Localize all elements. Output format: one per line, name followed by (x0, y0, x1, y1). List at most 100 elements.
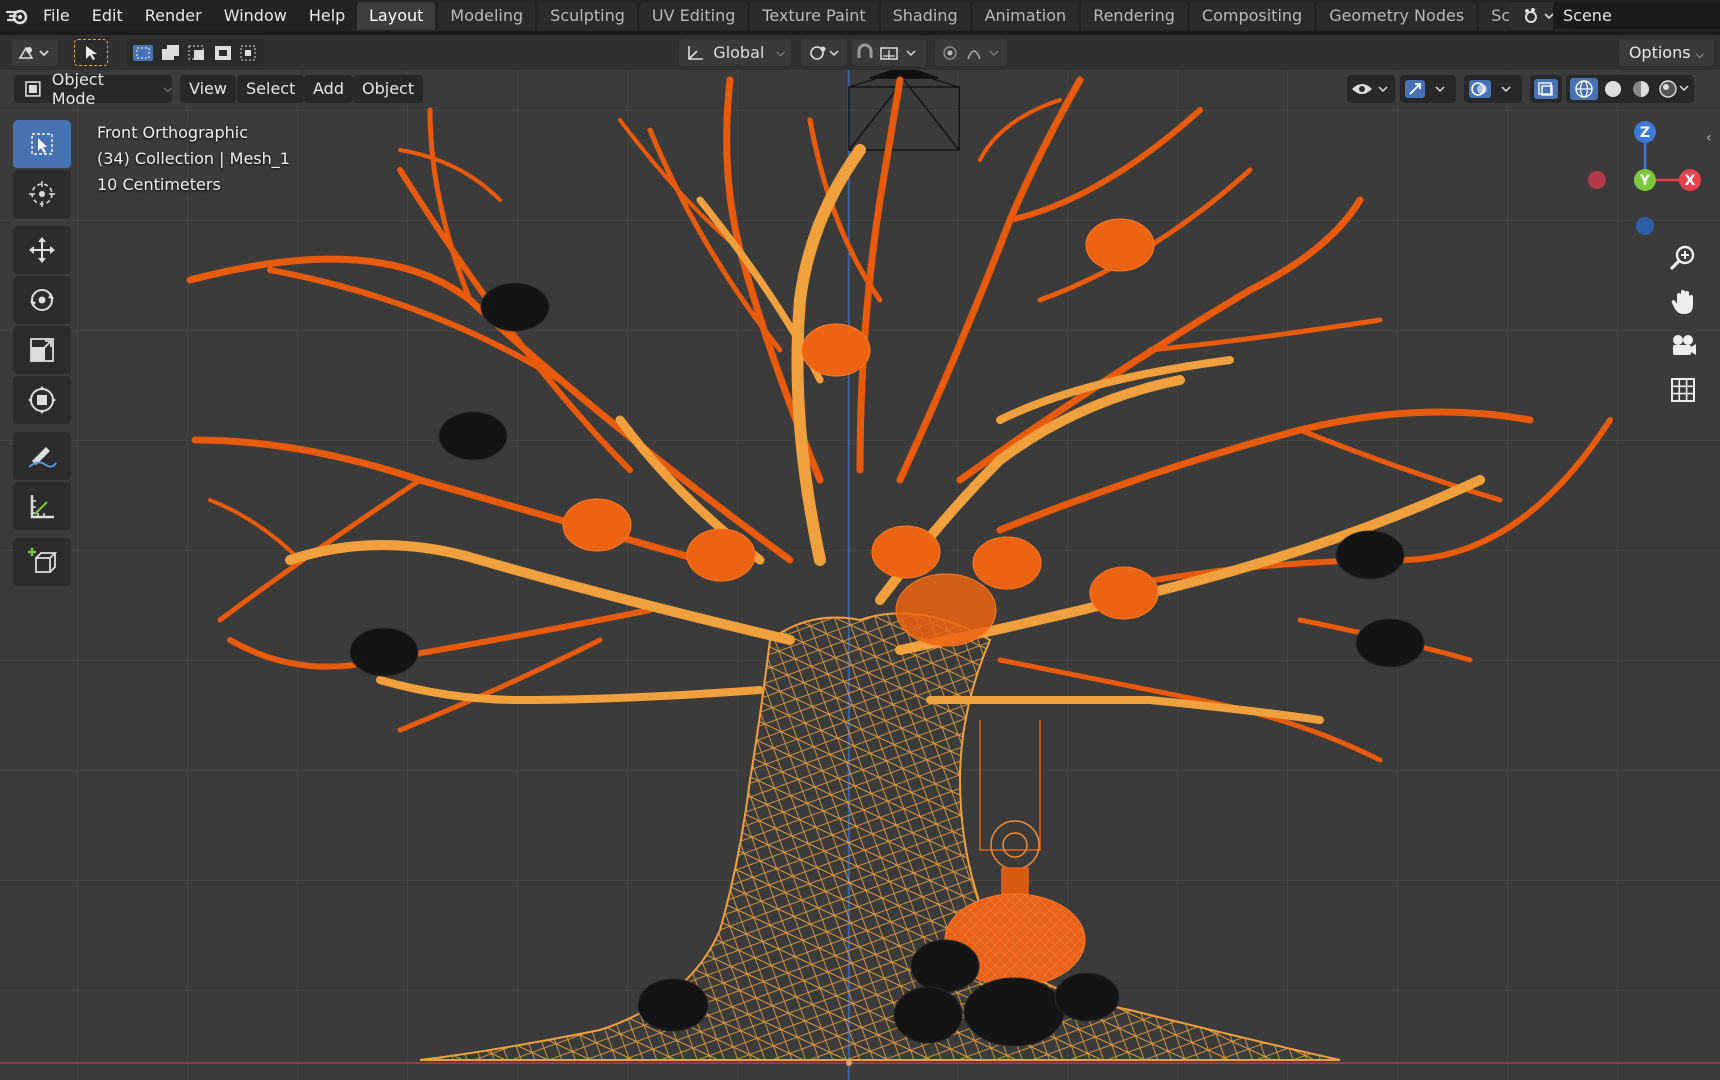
select-tool-button[interactable] (74, 39, 108, 66)
select-box-icon (31, 133, 53, 155)
material-preview-icon[interactable] (1633, 81, 1649, 97)
rotate-tool[interactable] (13, 276, 71, 324)
rotate-icon (30, 289, 54, 311)
options-dropdown[interactable]: Options ⌵ (1618, 39, 1714, 66)
viewport-header: Object Mode ⌵ View Select Add Object (0, 70, 1720, 108)
top-menu-bar: File Edit Render Window Help Layout Mode… (0, 0, 1720, 31)
pivot-icon (810, 45, 839, 60)
transform-tool[interactable] (13, 376, 71, 424)
visibility-dropdown[interactable] (1347, 75, 1395, 103)
annotate-icon (28, 447, 57, 468)
scale-tool[interactable] (13, 326, 71, 374)
gizmo-neg-z-axis[interactable] (1636, 217, 1654, 235)
tab-modeling[interactable]: Modeling (438, 1, 536, 30)
xray-toggle[interactable] (1530, 75, 1562, 103)
transform-orientation-dropdown[interactable]: Global ⌵ (679, 39, 791, 66)
collection-info: (34) Collection | Mesh_1 (97, 149, 290, 168)
left-toolbar (13, 120, 71, 594)
gizmo-toggle-dropdown[interactable] (1400, 75, 1456, 103)
eye-icon (1352, 84, 1388, 94)
overlays-icon (1469, 80, 1511, 98)
cursor-tool[interactable] (13, 170, 71, 218)
move-tool[interactable] (13, 226, 71, 274)
editor-type-button[interactable] (12, 39, 58, 66)
add-cube-tool[interactable] (13, 538, 71, 586)
chevron-down-icon: ⌵ (163, 82, 172, 95)
sidebar-toggle-icon[interactable]: ‹ (1706, 130, 1712, 146)
gizmo-y-label: Y (1639, 173, 1651, 189)
orientation-icon (688, 45, 704, 60)
chevron-down-icon[interactable] (1679, 85, 1689, 92)
gizmo-neg-x-axis[interactable] (1588, 171, 1606, 189)
grid-scale: 10 Centimeters (97, 175, 221, 194)
select-intersect-icon[interactable] (240, 45, 256, 60)
overlays-dropdown[interactable] (1464, 75, 1522, 103)
cursor-icon (29, 181, 55, 207)
menu-render[interactable]: Render (134, 0, 213, 31)
camera-icon (1673, 335, 1696, 355)
blender-logo-icon[interactable] (2, 0, 32, 31)
chevron-down-icon: ⌵ (776, 45, 785, 59)
select-subtract-icon[interactable] (188, 45, 204, 60)
tree-wireframe-scene (0, 70, 1720, 1080)
editor-type-icon (18, 45, 49, 59)
xray-icon (1534, 79, 1558, 99)
proportional-editing-controls[interactable] (935, 39, 1007, 66)
tree-trunk (419, 612, 1341, 1061)
viewport-menu-object[interactable]: Object (353, 75, 424, 103)
annotate-tool[interactable] (13, 432, 71, 480)
move-icon (29, 237, 55, 263)
tab-animation[interactable]: Animation (972, 1, 1079, 30)
origin-point (846, 1060, 852, 1066)
select-new-icon[interactable] (133, 44, 153, 61)
tab-sculpting[interactable]: Sculpting (538, 1, 637, 30)
selection-mode-buttons (126, 39, 264, 66)
tab-uv-editing[interactable]: UV Editing (639, 1, 748, 30)
snap-magnet-icon (857, 43, 916, 60)
hand-pan-icon (1671, 290, 1693, 314)
measure-icon (30, 495, 54, 519)
options-label: Options (1628, 43, 1691, 62)
gizmo-x-label: X (1685, 173, 1696, 189)
menu-file[interactable]: File (32, 0, 81, 31)
zoom-button[interactable] (1665, 240, 1701, 276)
viewport-menu-add[interactable]: Add (304, 75, 353, 103)
camera-view-button[interactable] (1665, 328, 1701, 364)
measure-tool[interactable] (13, 482, 71, 530)
orientation-label: Global (713, 43, 765, 62)
proportional-falloff-icon (943, 45, 999, 60)
select-extend-icon[interactable] (162, 44, 179, 60)
viewport-menu-select[interactable]: Select (237, 75, 305, 103)
tab-layout[interactable]: Layout (357, 1, 436, 30)
gizmo-z-label: Z (1640, 125, 1650, 141)
wireframe-shading-icon[interactable] (1570, 78, 1598, 100)
tab-compositing[interactable]: Compositing (1189, 1, 1315, 30)
pan-button[interactable] (1665, 284, 1701, 320)
tab-shading[interactable]: Shading (880, 1, 970, 30)
solid-shading-icon[interactable] (1605, 81, 1621, 97)
viewport-menu-view[interactable]: View (180, 75, 236, 103)
3d-viewport[interactable] (0, 70, 1720, 1080)
scene-name-field[interactable]: Scene (1553, 2, 1720, 29)
transform-icon (28, 386, 56, 414)
navigation-gizmo[interactable]: Z Y X (1580, 118, 1710, 248)
rendered-shading-icon[interactable] (1659, 80, 1677, 98)
lantern-object (979, 720, 1041, 899)
snapping-controls[interactable] (852, 39, 926, 66)
pivot-point-dropdown[interactable] (801, 39, 847, 66)
cursor-arrow-icon (86, 45, 97, 60)
tab-geometry-nodes[interactable]: Geometry Nodes (1317, 1, 1477, 30)
object-mode-icon (25, 81, 41, 97)
viewport-info-overlay: Front Orthographic (34) Collection | Mes… (97, 120, 290, 198)
object-mode-dropdown[interactable]: Object Mode ⌵ (14, 70, 172, 108)
scale-icon (30, 338, 54, 362)
select-invert-icon[interactable] (215, 45, 231, 60)
menu-help[interactable]: Help (298, 0, 356, 31)
tab-texture-paint[interactable]: Texture Paint (750, 1, 878, 30)
menu-window[interactable]: Window (213, 0, 298, 31)
view-name: Front Orthographic (97, 123, 249, 142)
tab-rendering[interactable]: Rendering (1081, 1, 1187, 30)
menu-edit[interactable]: Edit (81, 0, 134, 31)
perspective-toggle-button[interactable] (1665, 372, 1701, 408)
select-box-tool[interactable] (13, 120, 71, 168)
